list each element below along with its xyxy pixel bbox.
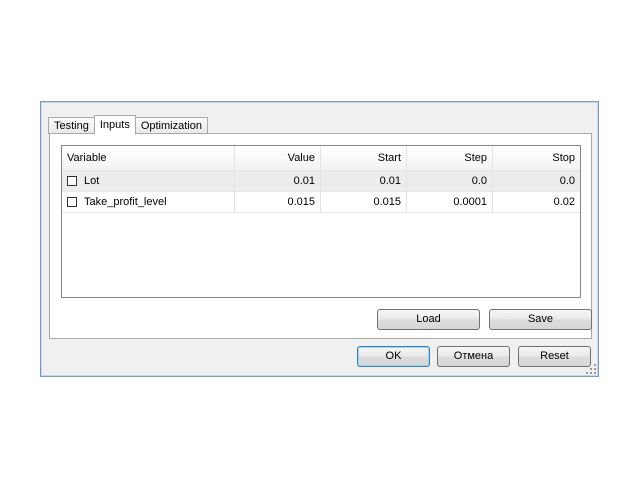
- step-cell[interactable]: 0.0: [407, 171, 493, 191]
- value-cell[interactable]: 0.01: [235, 171, 321, 191]
- tab-optimization[interactable]: Optimization: [134, 117, 208, 134]
- resize-grip-icon[interactable]: [586, 364, 596, 374]
- row-checkbox[interactable]: [67, 197, 77, 207]
- table-row[interactable]: Lot 0.01 0.01 0.0 0.0: [62, 171, 580, 192]
- step-cell[interactable]: 0.0001: [407, 192, 493, 212]
- stop-cell[interactable]: 0.0: [493, 171, 580, 191]
- reset-button[interactable]: Reset: [518, 346, 591, 367]
- tab-inputs[interactable]: Inputs: [93, 115, 136, 135]
- variable-name: Lot: [84, 175, 100, 187]
- stop-cell[interactable]: 0.02: [493, 192, 580, 212]
- start-cell[interactable]: 0.01: [321, 171, 407, 191]
- row-checkbox[interactable]: [67, 176, 77, 186]
- column-header-value[interactable]: Value: [235, 146, 321, 170]
- column-header-step[interactable]: Step: [407, 146, 493, 170]
- value-cell[interactable]: 0.015: [235, 192, 321, 212]
- column-header-stop[interactable]: Stop: [493, 146, 580, 170]
- table-header: Variable Value Start Step Stop: [62, 146, 580, 171]
- column-header-start[interactable]: Start: [321, 146, 407, 170]
- table-row[interactable]: Take_profit_level 0.015 0.015 0.0001 0.0…: [62, 192, 580, 213]
- column-header-variable[interactable]: Variable: [62, 146, 235, 170]
- variable-name: Take_profit_level: [84, 196, 167, 208]
- start-cell[interactable]: 0.015: [321, 192, 407, 212]
- ok-button[interactable]: OK: [357, 346, 430, 367]
- save-button[interactable]: Save: [489, 309, 592, 330]
- load-button[interactable]: Load: [377, 309, 480, 330]
- tab-testing[interactable]: Testing: [48, 117, 95, 134]
- inputs-tab-panel: Variable Value Start Step Stop Lot 0.01 …: [49, 133, 592, 339]
- inputs-dialog: Testing Inputs Optimization Variable Val…: [40, 101, 599, 377]
- tab-strip: Testing Inputs Optimization: [48, 114, 208, 135]
- cancel-button[interactable]: Отмена: [437, 346, 510, 367]
- inputs-table[interactable]: Variable Value Start Step Stop Lot 0.01 …: [61, 145, 581, 298]
- variable-cell: Take_profit_level: [62, 192, 235, 212]
- variable-cell: Lot: [62, 171, 235, 191]
